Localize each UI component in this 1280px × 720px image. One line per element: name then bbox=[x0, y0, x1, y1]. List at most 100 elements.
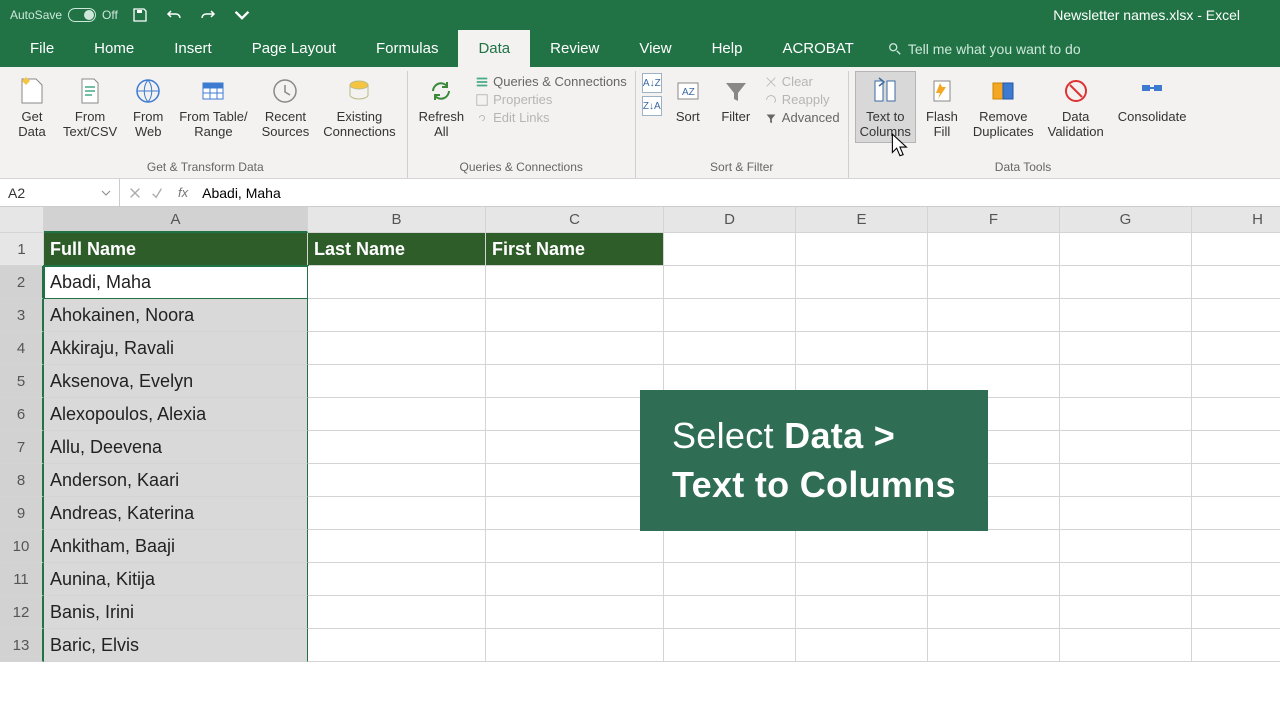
cell-A12[interactable]: Banis, Irini bbox=[44, 596, 308, 629]
col-header-E[interactable]: E bbox=[796, 207, 928, 233]
cell-G13[interactable] bbox=[1060, 629, 1192, 662]
cell-H3[interactable] bbox=[1192, 299, 1280, 332]
remove-duplicates-button[interactable]: Remove Duplicates bbox=[968, 71, 1039, 143]
queries-connections-button[interactable]: Queries & Connections bbox=[473, 73, 629, 90]
cell-C12[interactable] bbox=[486, 596, 664, 629]
row-header-11[interactable]: 11 bbox=[0, 563, 44, 596]
cell-C6[interactable] bbox=[486, 398, 664, 431]
cell-C3[interactable] bbox=[486, 299, 664, 332]
col-header-C[interactable]: C bbox=[486, 207, 664, 233]
col-header-G[interactable]: G bbox=[1060, 207, 1192, 233]
cell-G9[interactable] bbox=[1060, 497, 1192, 530]
cell-E1[interactable] bbox=[796, 233, 928, 266]
cell-A7[interactable]: Allu, Deevena bbox=[44, 431, 308, 464]
cell-H10[interactable] bbox=[1192, 530, 1280, 563]
cell-A13[interactable]: Baric, Elvis bbox=[44, 629, 308, 662]
sort-button[interactable]: AZ Sort bbox=[666, 71, 710, 128]
cell-C11[interactable] bbox=[486, 563, 664, 596]
cell-G2[interactable] bbox=[1060, 266, 1192, 299]
row-header-10[interactable]: 10 bbox=[0, 530, 44, 563]
cell-F3[interactable] bbox=[928, 299, 1060, 332]
tab-file[interactable]: File bbox=[10, 30, 74, 67]
cell-D11[interactable] bbox=[664, 563, 796, 596]
advanced-filter-button[interactable]: Advanced bbox=[762, 109, 842, 126]
cell-A3[interactable]: Ahokainen, Noora bbox=[44, 299, 308, 332]
cell-G1[interactable] bbox=[1060, 233, 1192, 266]
refresh-all-button[interactable]: Refresh All bbox=[414, 71, 470, 143]
cancel-icon[interactable] bbox=[128, 186, 142, 200]
from-web-button[interactable]: From Web bbox=[126, 71, 170, 143]
existing-connections-button[interactable]: Existing Connections bbox=[318, 71, 400, 143]
cell-E10[interactable] bbox=[796, 530, 928, 563]
col-header-A[interactable]: A bbox=[44, 207, 308, 233]
cell-F11[interactable] bbox=[928, 563, 1060, 596]
cell-F13[interactable] bbox=[928, 629, 1060, 662]
cell-A9[interactable]: Andreas, Katerina bbox=[44, 497, 308, 530]
text-to-columns-button[interactable]: Text to Columns bbox=[855, 71, 916, 143]
tab-formulas[interactable]: Formulas bbox=[356, 30, 459, 67]
cell-G11[interactable] bbox=[1060, 563, 1192, 596]
cell-G8[interactable] bbox=[1060, 464, 1192, 497]
row-header-3[interactable]: 3 bbox=[0, 299, 44, 332]
cell-A1[interactable]: Full Name bbox=[44, 233, 308, 266]
cell-G6[interactable] bbox=[1060, 398, 1192, 431]
col-header-H[interactable]: H bbox=[1192, 207, 1280, 233]
cell-C10[interactable] bbox=[486, 530, 664, 563]
cell-E3[interactable] bbox=[796, 299, 928, 332]
cell-G7[interactable] bbox=[1060, 431, 1192, 464]
cell-H8[interactable] bbox=[1192, 464, 1280, 497]
tab-help[interactable]: Help bbox=[692, 30, 763, 67]
cell-G3[interactable] bbox=[1060, 299, 1192, 332]
cell-D2[interactable] bbox=[664, 266, 796, 299]
row-header-6[interactable]: 6 bbox=[0, 398, 44, 431]
row-header-12[interactable]: 12 bbox=[0, 596, 44, 629]
cell-B1[interactable]: Last Name bbox=[308, 233, 486, 266]
cell-B13[interactable] bbox=[308, 629, 486, 662]
cell-D10[interactable] bbox=[664, 530, 796, 563]
sort-desc-icon[interactable]: Z↓A bbox=[642, 96, 662, 116]
cell-A5[interactable]: Aksenova, Evelyn bbox=[44, 365, 308, 398]
cell-E2[interactable] bbox=[796, 266, 928, 299]
tab-data[interactable]: Data bbox=[458, 30, 530, 67]
cell-H9[interactable] bbox=[1192, 497, 1280, 530]
tab-insert[interactable]: Insert bbox=[154, 30, 232, 67]
sort-asc-icon[interactable]: A↓Z bbox=[642, 73, 662, 93]
cell-B6[interactable] bbox=[308, 398, 486, 431]
redo-button[interactable] bbox=[196, 5, 220, 25]
tell-me-search[interactable]: Tell me what you want to do bbox=[874, 31, 1095, 67]
cell-H12[interactable] bbox=[1192, 596, 1280, 629]
cell-B5[interactable] bbox=[308, 365, 486, 398]
cell-F1[interactable] bbox=[928, 233, 1060, 266]
cell-H6[interactable] bbox=[1192, 398, 1280, 431]
col-header-F[interactable]: F bbox=[928, 207, 1060, 233]
cell-C1[interactable]: First Name bbox=[486, 233, 664, 266]
cell-A11[interactable]: Aunina, Kitija bbox=[44, 563, 308, 596]
cell-G5[interactable] bbox=[1060, 365, 1192, 398]
undo-button[interactable] bbox=[162, 5, 186, 25]
cell-B8[interactable] bbox=[308, 464, 486, 497]
cell-F10[interactable] bbox=[928, 530, 1060, 563]
cell-A2[interactable]: Abadi, Maha bbox=[44, 266, 308, 299]
cell-B9[interactable] bbox=[308, 497, 486, 530]
data-validation-button[interactable]: Data Validation bbox=[1043, 71, 1109, 143]
from-text-csv-button[interactable]: From Text/CSV bbox=[58, 71, 122, 143]
cell-D1[interactable] bbox=[664, 233, 796, 266]
cell-G12[interactable] bbox=[1060, 596, 1192, 629]
row-header-5[interactable]: 5 bbox=[0, 365, 44, 398]
cell-H2[interactable] bbox=[1192, 266, 1280, 299]
cell-H4[interactable] bbox=[1192, 332, 1280, 365]
cell-E12[interactable] bbox=[796, 596, 928, 629]
row-header-9[interactable]: 9 bbox=[0, 497, 44, 530]
cell-C7[interactable] bbox=[486, 431, 664, 464]
cell-B7[interactable] bbox=[308, 431, 486, 464]
cell-H13[interactable] bbox=[1192, 629, 1280, 662]
cell-H5[interactable] bbox=[1192, 365, 1280, 398]
cell-C9[interactable] bbox=[486, 497, 664, 530]
cell-C8[interactable] bbox=[486, 464, 664, 497]
cell-C4[interactable] bbox=[486, 332, 664, 365]
filter-button[interactable]: Filter bbox=[714, 71, 758, 128]
cell-G10[interactable] bbox=[1060, 530, 1192, 563]
cell-B4[interactable] bbox=[308, 332, 486, 365]
cell-E4[interactable] bbox=[796, 332, 928, 365]
row-header-2[interactable]: 2 bbox=[0, 266, 44, 299]
